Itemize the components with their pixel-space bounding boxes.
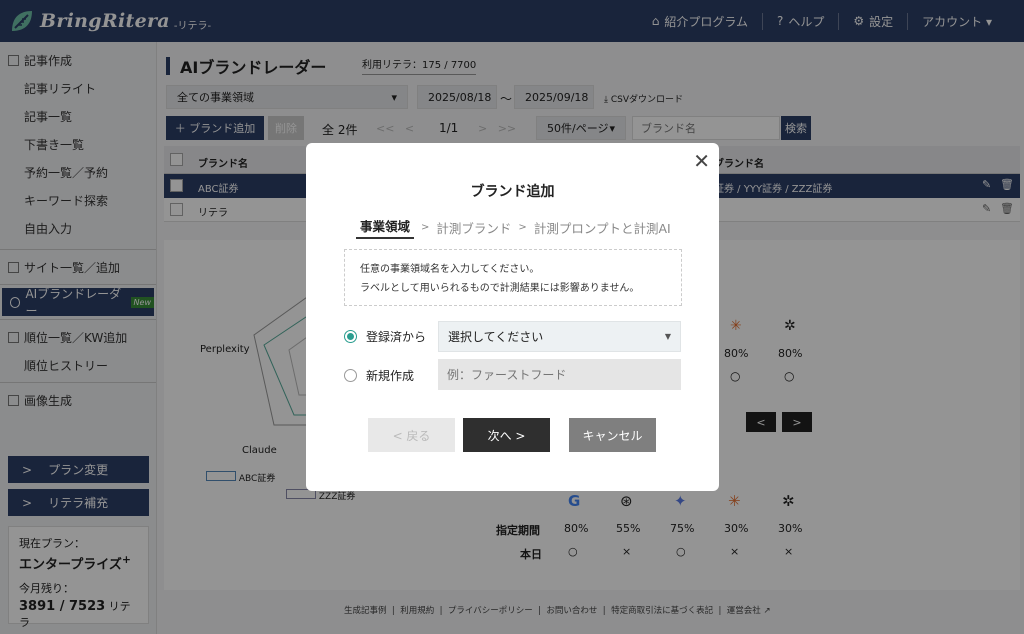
info-line: 任意の事業領域名を入力してください。 bbox=[360, 264, 540, 275]
radio-new-label: 新規作成 bbox=[366, 369, 415, 383]
radio-unselected-icon[interactable] bbox=[344, 369, 357, 382]
step-measure-brand: 計測ブランド bbox=[436, 221, 512, 236]
close-icon[interactable]: ✕ bbox=[693, 149, 710, 173]
domain-select-dropdown[interactable]: 選択してください ▼ bbox=[438, 321, 681, 352]
info-box: 任意の事業領域名を入力してください。 ラベルとして用いられるもので計測結果には影… bbox=[344, 249, 682, 306]
back-button[interactable]: < 戻る bbox=[368, 418, 455, 452]
brand-add-modal: ✕ ブランド追加 事業領域 > 計測ブランド > 計測プロンプトと計測AI 任意… bbox=[306, 143, 719, 491]
step-prompt-ai: 計測プロンプトと計測AI bbox=[533, 221, 671, 236]
step-business-domain: 事業領域 bbox=[356, 216, 415, 239]
modal-title: ブランド追加 bbox=[470, 184, 555, 200]
next-button[interactable]: 次へ > bbox=[463, 418, 550, 452]
info-line: ラベルとして用いられるもので計測結果には影響ありません。 bbox=[360, 283, 640, 294]
chevron-down-icon: ▼ bbox=[664, 332, 671, 341]
radio-registered[interactable]: 登録済から bbox=[344, 328, 426, 345]
cancel-button[interactable]: キャンセル bbox=[569, 418, 656, 452]
radio-selected-icon[interactable] bbox=[344, 330, 357, 343]
step-separator: > bbox=[421, 222, 430, 233]
dropdown-value: 選択してください bbox=[448, 330, 544, 344]
step-separator: > bbox=[518, 222, 527, 233]
radio-registered-label: 登録済から bbox=[366, 330, 427, 344]
new-domain-input[interactable] bbox=[438, 359, 681, 390]
radio-new[interactable]: 新規作成 bbox=[344, 367, 414, 384]
step-indicator: 事業領域 > 計測ブランド > 計測プロンプトと計測AI bbox=[356, 216, 671, 239]
